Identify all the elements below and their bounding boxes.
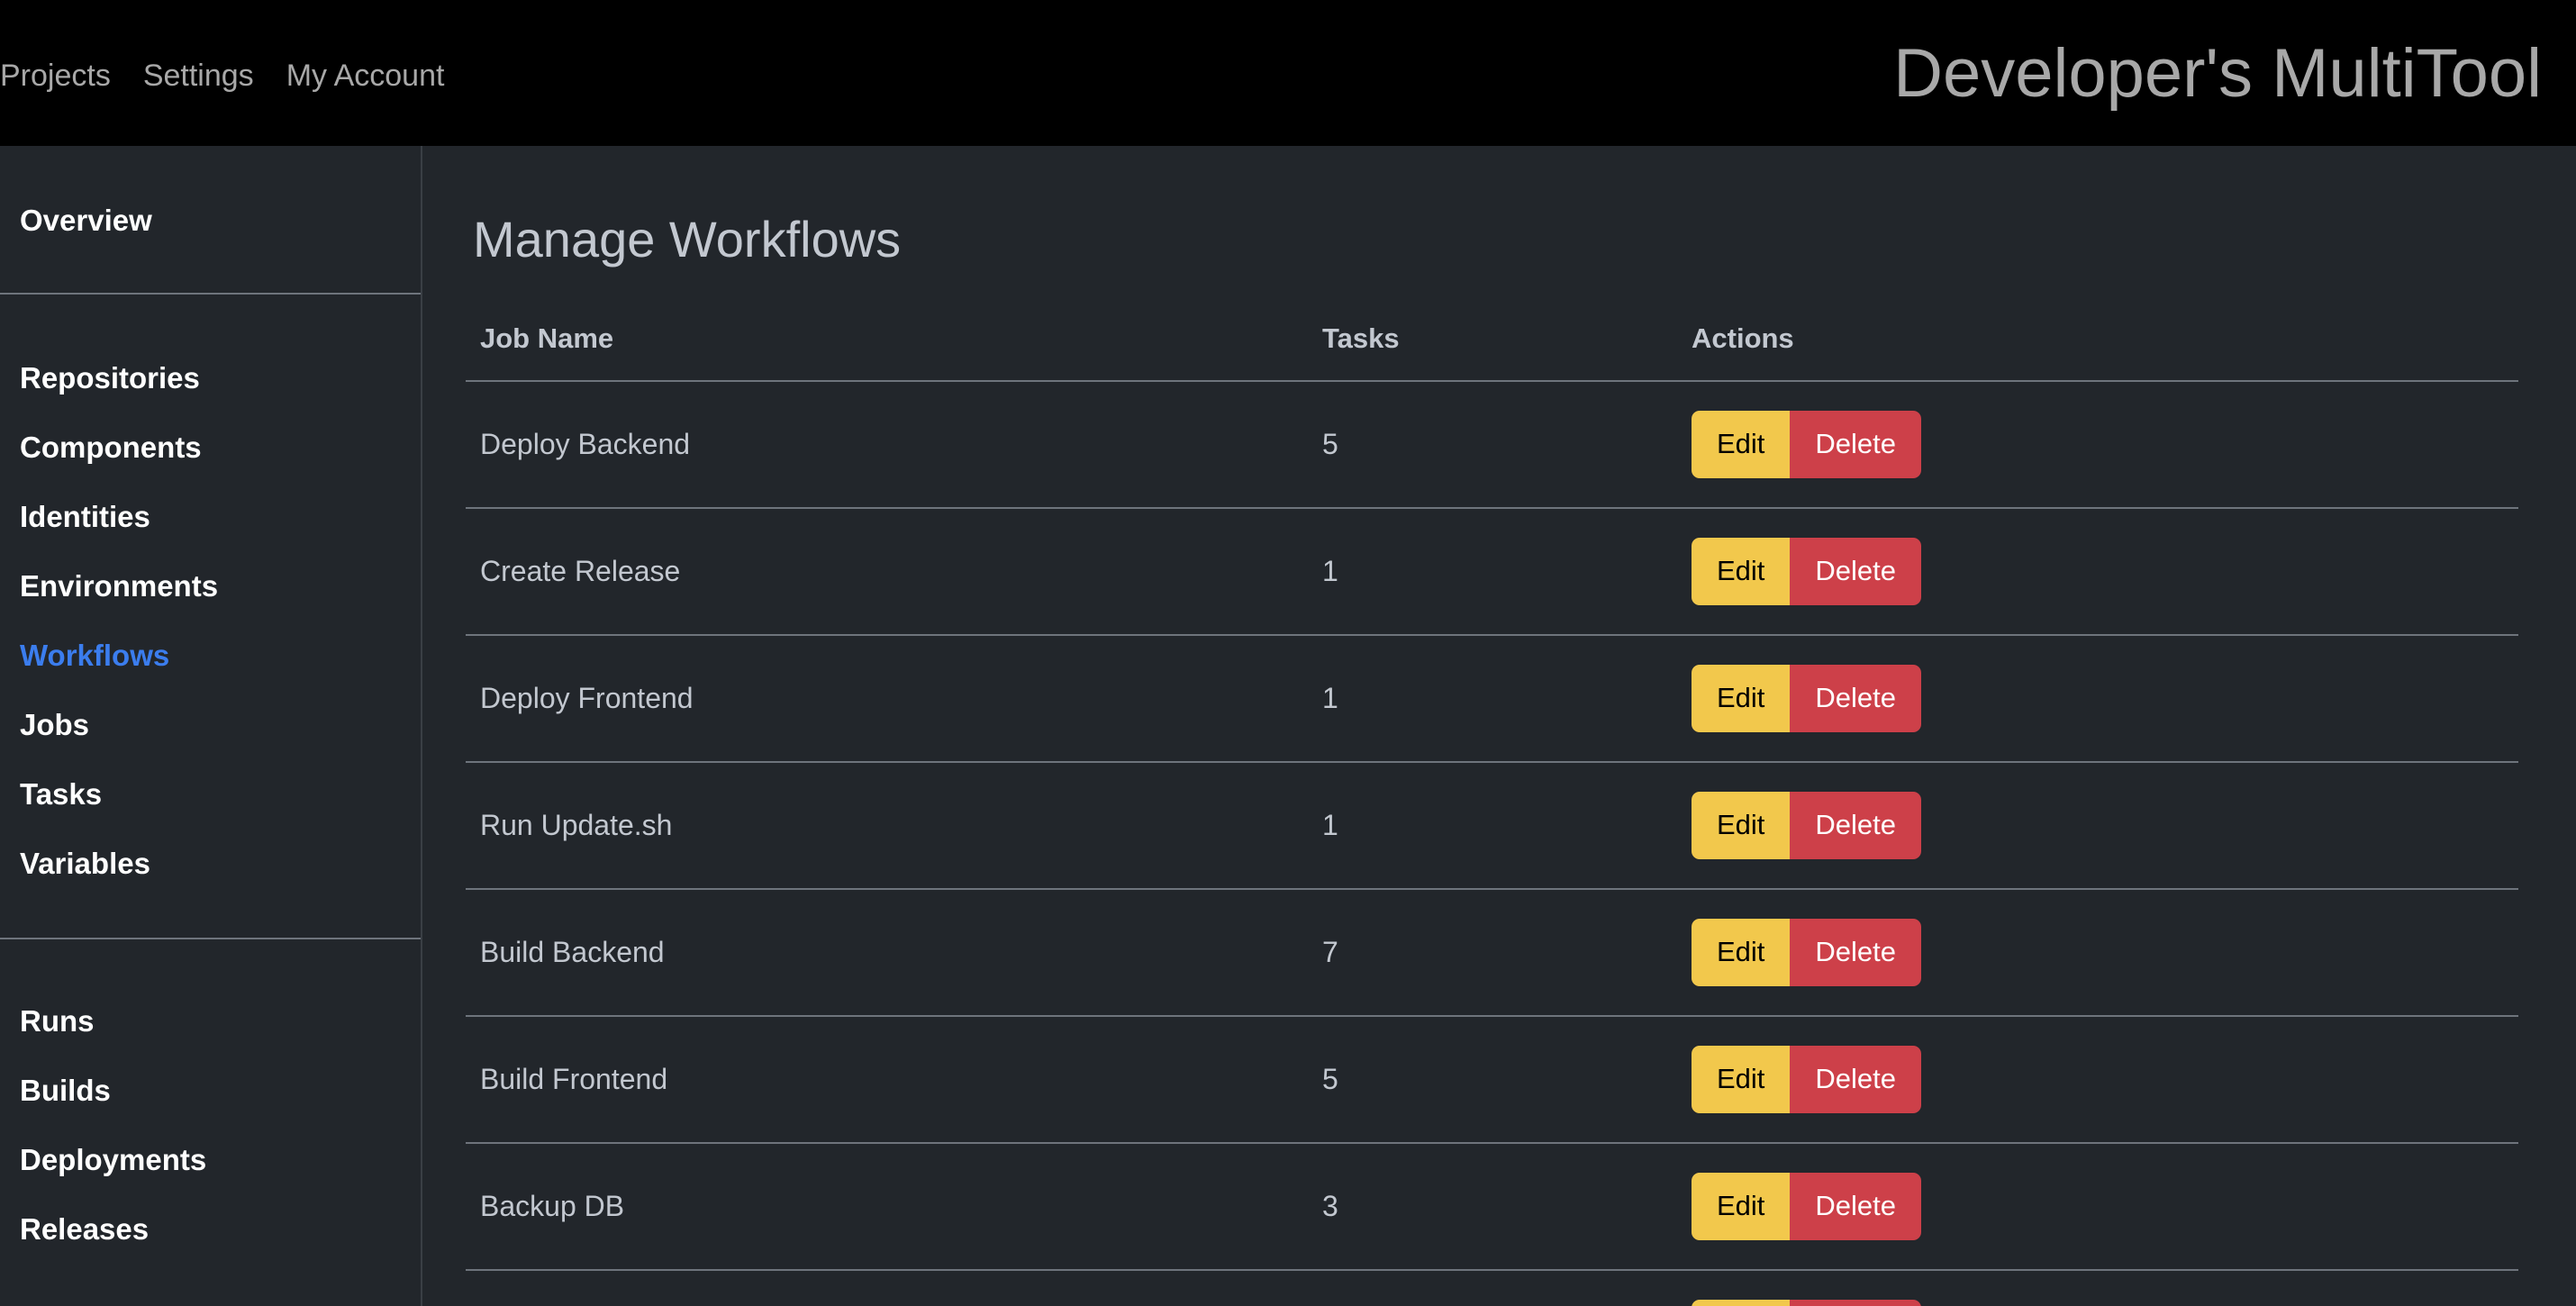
page-title: Manage Workflows — [473, 211, 902, 268]
delete-button[interactable]: Delete — [1790, 792, 1922, 859]
edit-button[interactable]: Edit — [1692, 411, 1791, 478]
cell-actions: EditDelete — [1677, 1143, 2518, 1271]
cell-tasks-count: 1 — [1308, 762, 1677, 890]
cell-actions: EditDelete — [1677, 762, 2518, 890]
sidebar-item-overview[interactable]: Overview — [0, 186, 421, 255]
sidebar-item-repositories[interactable]: Repositories — [0, 343, 421, 413]
sidebar-group-2: Repositories Components Identities Environm… — [0, 295, 421, 938]
sidebar-item-workflows[interactable]: Workflows — [0, 621, 421, 690]
sidebar-item-releases[interactable]: Releases — [0, 1194, 421, 1264]
nav-link-my-account[interactable]: My Account — [286, 60, 445, 91]
main-content: Manage Workflows Job Name Tasks Actions … — [422, 146, 2576, 1306]
table-row: Build Frontend 5 Edit Delete — [466, 1016, 2518, 1144]
table-row: Run Update.sh 1 Edit Delete — [466, 762, 2518, 890]
cell-actions: EditDelete — [1677, 1270, 2518, 1306]
action-button-group: EditDelete — [1692, 538, 1922, 605]
top-header-bar: Projects Settings My Account Developer's M… — [0, 0, 2576, 146]
delete-button[interactable]: Delete — [1790, 919, 1922, 986]
edit-button[interactable]: Edit — [1692, 792, 1791, 859]
cell-actions: EditDelete — [1677, 889, 2518, 1017]
cell-tasks-count: 1 — [1308, 1270, 1677, 1306]
action-button-group: EditDelete — [1692, 411, 1922, 478]
sidebar-item-environments[interactable]: Environments — [0, 551, 421, 621]
cell-job-name: Run Update.sh — [466, 762, 1308, 890]
sidebar-group-1: Overview — [0, 146, 421, 293]
workflows-table: Job Name Tasks Actions Deploy Backend 5 Ed… — [466, 322, 2518, 1306]
action-button-group: EditDelete — [1692, 792, 1922, 859]
sidebar-item-jobs[interactable]: Jobs — [0, 690, 421, 759]
sidebar-item-identities[interactable]: Identities — [0, 482, 421, 551]
sidebar-item-tasks[interactable]: Tasks — [0, 759, 421, 829]
column-header-tasks: Tasks — [1308, 322, 1677, 382]
table-row: Deploy Backend 5 Edit Delete — [466, 381, 2518, 509]
cell-tasks-count: 5 — [1308, 381, 1677, 509]
table-row: Build Backend 7 Edit Delete — [466, 889, 2518, 1017]
sidebar-item-builds[interactable]: Builds — [0, 1056, 421, 1125]
cell-tasks-count: 1 — [1308, 635, 1677, 763]
delete-button[interactable]: Delete — [1790, 1046, 1922, 1113]
app-shell: Overview Repositories Components Identities… — [0, 146, 2576, 1306]
nav-link-projects[interactable]: Projects — [0, 60, 111, 91]
delete-button[interactable]: Delete — [1790, 538, 1922, 605]
edit-button[interactable]: Edit — [1692, 919, 1791, 986]
column-header-job-name: Job Name — [466, 322, 1308, 382]
cell-job-name: Create Release — [466, 508, 1308, 636]
cell-tasks-count: 3 — [1308, 1143, 1677, 1271]
column-header-actions: Actions — [1677, 322, 2518, 382]
top-navigation: Projects Settings My Account — [0, 60, 444, 91]
sidebar-item-components[interactable]: Components — [0, 413, 421, 482]
table-body: Deploy Backend 5 Edit Delete Create Release 1… — [466, 381, 2518, 1306]
table-header-row: Job Name Tasks Actions — [466, 322, 2518, 382]
cell-actions: EditDelete — [1677, 508, 2518, 636]
nav-link-settings[interactable]: Settings — [143, 60, 254, 91]
action-button-group: EditDelete — [1692, 665, 1922, 732]
cell-actions: EditDelete — [1677, 1016, 2518, 1144]
sidebar-item-runs[interactable]: Runs — [0, 986, 421, 1056]
table-row: Backup Keys1 EditDelete — [466, 1270, 2518, 1306]
cell-actions: EditDelete — [1677, 635, 2518, 763]
table-head: Job Name Tasks Actions — [466, 322, 2518, 382]
cell-job-name: Deploy Backend — [466, 381, 1308, 509]
action-button-group: EditDelete — [1692, 1046, 1922, 1113]
delete-button[interactable]: Delete — [1790, 665, 1922, 732]
edit-button[interactable]: Edit — [1692, 1173, 1791, 1240]
app-brand-title: Developer's MultiTool — [1893, 35, 2542, 112]
edit-button[interactable]: Edit — [1692, 1046, 1791, 1113]
edit-button[interactable]: Edit — [1692, 538, 1791, 605]
table-row: Create Release 1 Edit Delete — [466, 508, 2518, 636]
cell-job-name: Build Frontend — [466, 1016, 1308, 1144]
delete-button[interactable]: Delete — [1790, 1173, 1922, 1240]
cell-job-name: Build Backend — [466, 889, 1308, 1017]
cell-tasks-count: 1 — [1308, 508, 1677, 636]
cell-job-name: Backup Keys — [466, 1270, 1308, 1306]
action-button-group: EditDelete — [1692, 919, 1922, 986]
sidebar-item-deployments[interactable]: Deployments — [0, 1125, 421, 1194]
edit-button[interactable]: Edit — [1692, 1300, 1791, 1306]
sidebar-item-variables[interactable]: Variables — [0, 829, 421, 898]
edit-button[interactable]: Edit — [1692, 665, 1791, 732]
cell-tasks-count: 5 — [1308, 1016, 1677, 1144]
table-row: Backup DB 3 Edit Delete — [466, 1143, 2518, 1271]
cell-job-name: Backup DB — [466, 1143, 1308, 1271]
cell-actions: EditDelete — [1677, 381, 2518, 509]
sidebar-group-3: Runs Builds Deployments Releases — [0, 939, 421, 1300]
action-button-group: EditDelete — [1692, 1173, 1922, 1240]
delete-button[interactable]: Delete — [1790, 411, 1922, 478]
cell-tasks-count: 7 — [1308, 889, 1677, 1017]
sidebar-navigation: Overview Repositories Components Identities… — [0, 146, 422, 1306]
table-row: Deploy Frontend 1 Edit Delete — [466, 635, 2518, 763]
cell-job-name: Deploy Frontend — [466, 635, 1308, 763]
delete-button[interactable]: Delete — [1790, 1300, 1922, 1306]
action-button-group: EditDelete — [1692, 1300, 1922, 1306]
